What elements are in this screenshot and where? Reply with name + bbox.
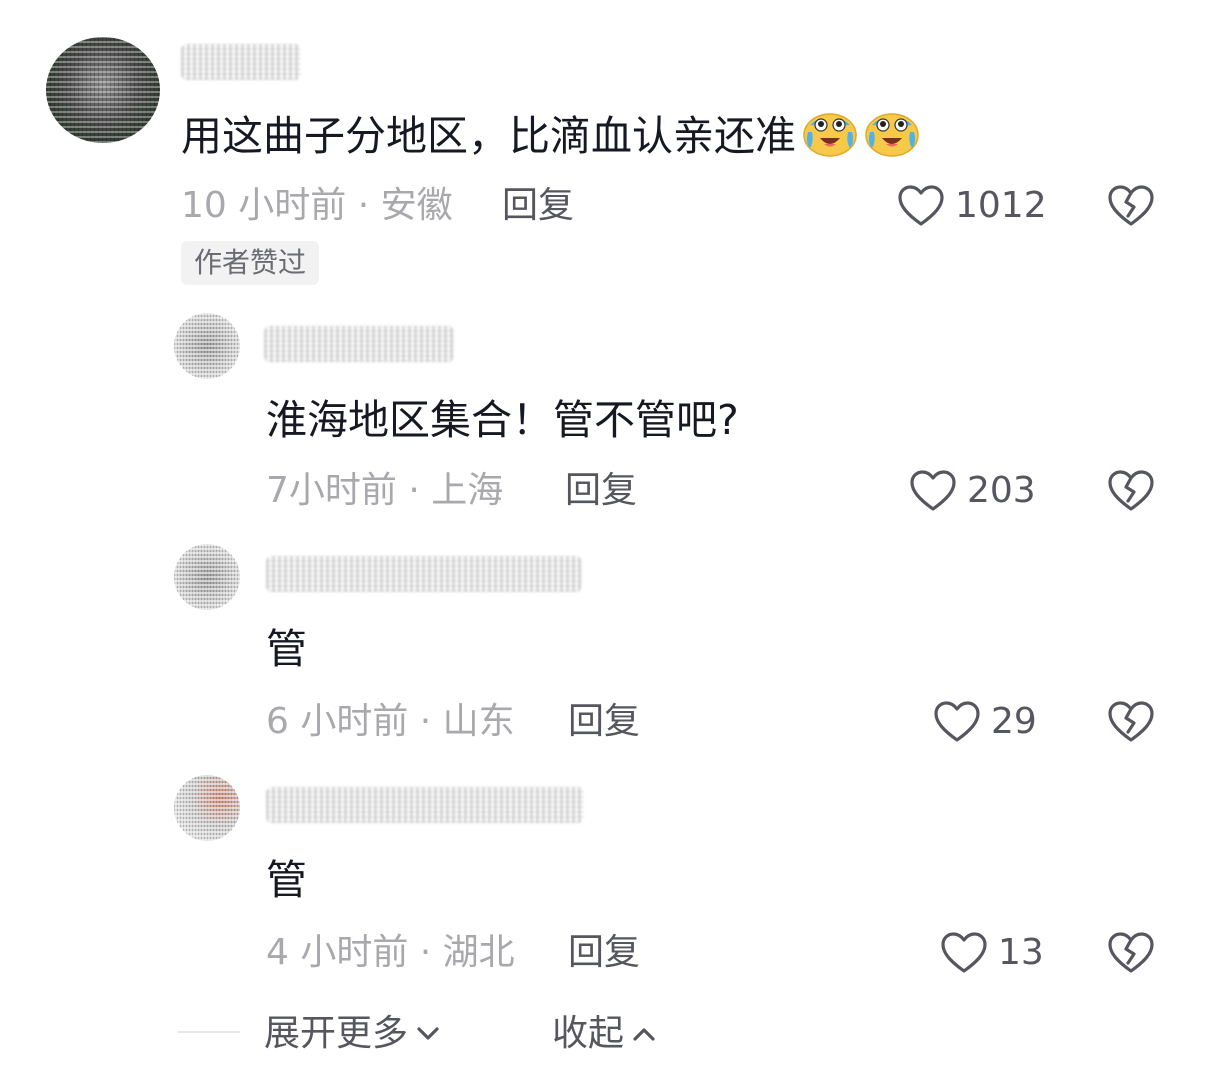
heart-outline-icon (941, 932, 987, 973)
author-liked-badge: 作者赞过 (181, 241, 320, 285)
like-button[interactable]: 1012 (897, 184, 1047, 228)
broken-heart-icon[interactable] (1107, 182, 1155, 230)
expand-more-label: 展开更多 (264, 1013, 409, 1054)
comment-content: 用这曲子分地区，比滴血认亲还准 (181, 108, 920, 161)
reply-button[interactable]: 回复 (568, 700, 640, 744)
broken-heart-icon[interactable] (1107, 929, 1155, 977)
like-button[interactable]: 29 (933, 700, 1037, 744)
avatar[interactable] (174, 313, 240, 379)
broken-heart-icon[interactable] (1107, 467, 1155, 515)
like-button[interactable]: 203 (909, 469, 1036, 513)
username-redacted[interactable] (181, 44, 301, 80)
comment-text: 淮海地区集合！管不管吧? (266, 396, 739, 444)
like-count: 13 (998, 932, 1044, 973)
comment-time-location: 6 小时前 · 山东 (266, 701, 515, 742)
crying-laughing-emoji (803, 113, 857, 157)
expand-more-button[interactable]: 展开更多 (264, 1012, 440, 1056)
heart-outline-icon (910, 470, 956, 511)
chevron-down-icon (417, 1027, 439, 1040)
comment-text: 管 (266, 625, 307, 673)
comment-text: 管 (266, 856, 307, 904)
heart-outline-icon (898, 185, 944, 226)
reply-button[interactable]: 回复 (568, 931, 640, 975)
reply-button[interactable]: 回复 (502, 184, 574, 228)
crying-laughing-emoji (865, 113, 919, 157)
like-count: 29 (991, 701, 1037, 742)
collapse-label: 收起 (552, 1013, 625, 1054)
username-redacted[interactable] (266, 556, 582, 592)
broken-heart-icon[interactable] (1107, 698, 1155, 746)
like-button[interactable]: 13 (940, 931, 1044, 975)
username-redacted[interactable] (264, 326, 454, 362)
username-redacted[interactable] (266, 787, 584, 823)
comment-time-location: 10 小时前 · 安徽 (181, 185, 453, 226)
like-count: 1012 (955, 185, 1047, 226)
collapse-button[interactable]: 收起 (552, 1012, 656, 1056)
comment-text: 用这曲子分地区，比滴血认亲还准 (181, 112, 796, 160)
comment-time-location: 7小时前 · 上海 (266, 470, 504, 511)
avatar[interactable] (46, 37, 160, 143)
avatar[interactable] (174, 775, 240, 841)
heart-outline-icon (934, 701, 980, 742)
chevron-up-icon (633, 1028, 655, 1041)
comment-time-location: 4 小时前 · 湖北 (266, 932, 515, 973)
avatar[interactable] (174, 544, 240, 610)
reply-button[interactable]: 回复 (565, 469, 637, 513)
like-count: 203 (967, 470, 1036, 511)
divider (178, 1031, 240, 1033)
